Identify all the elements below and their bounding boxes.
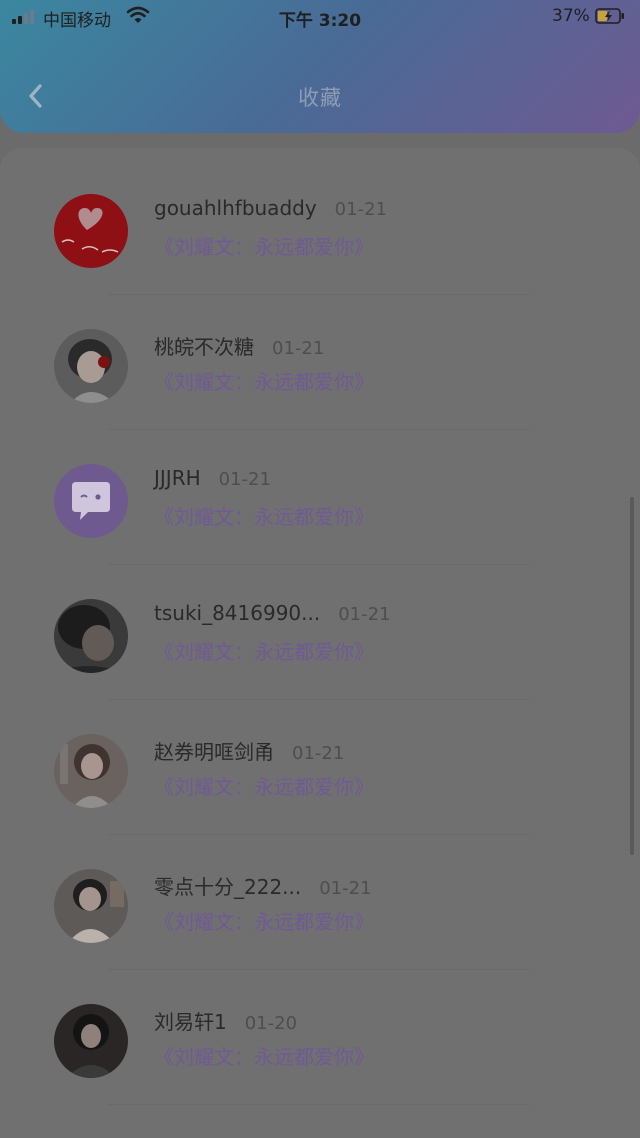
- list-item[interactable]: gouahlhfbuaddy 01-21 《刘耀文：永远都爱你》: [0, 194, 640, 328]
- list-item[interactable]: 刘易轩1 01-20 《刘耀文：永远都爱你》: [0, 1004, 640, 1138]
- scrollbar[interactable]: [630, 497, 634, 855]
- list-item[interactable]: tsuki_8416990... 01-21 《刘耀文：永远都爱你》: [0, 599, 640, 733]
- default-chat-avatar-icon: [54, 464, 128, 538]
- list-item[interactable]: 零点十分_222... 01-21 《刘耀文：永远都爱你》: [0, 869, 640, 1003]
- username: JJJRH: [154, 466, 201, 490]
- article-link[interactable]: 《刘耀文：永远都爱你》: [154, 906, 374, 935]
- article-link[interactable]: 《刘耀文：永远都爱你》: [154, 366, 374, 395]
- list-item[interactable]: 赵券明哐剑甬 01-21 《刘耀文：永远都爱你》: [0, 734, 640, 868]
- article-link[interactable]: 《刘耀文：永远都爱你》: [154, 231, 374, 260]
- date: 01-21: [292, 743, 345, 764]
- avatar: [54, 734, 128, 808]
- date: 01-21: [272, 338, 325, 359]
- username: 桃皖不次糖: [154, 335, 254, 359]
- date: 01-21: [319, 878, 372, 899]
- article-link[interactable]: 《刘耀文：永远都爱你》: [154, 771, 374, 800]
- divider: [108, 429, 530, 430]
- username: tsuki_8416990...: [154, 601, 321, 625]
- date: 01-21: [218, 469, 271, 490]
- article-link[interactable]: 《刘耀文：永远都爱你》: [154, 636, 374, 665]
- divider: [108, 1104, 530, 1105]
- date: 01-20: [244, 1013, 298, 1034]
- username: gouahlhfbuaddy: [154, 196, 317, 220]
- page-title: 收藏: [298, 86, 342, 110]
- avatar: [54, 194, 128, 268]
- avatar: [54, 599, 128, 673]
- avatar: [54, 869, 128, 943]
- status-bar: 中国移动 下午 3:20 37%: [0, 0, 640, 34]
- list-item[interactable]: 桃皖不次糖 01-21 《刘耀文：永远都爱你》: [0, 329, 640, 463]
- battery-charging-icon: [595, 8, 625, 24]
- username: 刘易轩1: [154, 1010, 227, 1034]
- divider: [108, 699, 530, 700]
- divider: [108, 564, 530, 565]
- date: 01-21: [334, 199, 387, 220]
- date: 01-21: [338, 604, 391, 625]
- username: 赵券明哐剑甬: [154, 740, 274, 764]
- username: 零点十分_222...: [154, 875, 302, 899]
- avatar: [54, 1004, 128, 1078]
- divider: [108, 294, 530, 295]
- list-item[interactable]: JJJRH 01-21 《刘耀文：永远都爱你》: [0, 464, 640, 598]
- battery-percent: 37%: [552, 6, 590, 26]
- avatar: [54, 329, 128, 403]
- article-link[interactable]: 《刘耀文：永远都爱你》: [154, 1041, 374, 1070]
- article-link[interactable]: 《刘耀文：永远都爱你》: [154, 501, 374, 530]
- clock: 下午 3:20: [278, 11, 362, 31]
- divider: [108, 834, 530, 835]
- divider: [108, 969, 530, 970]
- header: 中国移动 下午 3:20 37% 收藏: [0, 0, 640, 133]
- favorites-list: gouahlhfbuaddy 01-21 《刘耀文：永远都爱你》 桃皖不次糖 0…: [0, 148, 640, 1138]
